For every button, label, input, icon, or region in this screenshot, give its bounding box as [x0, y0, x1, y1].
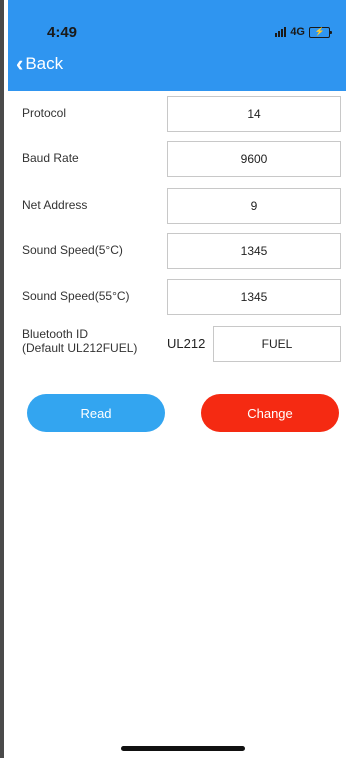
- sound-speed-55-row: Sound Speed(55°C) 1345: [22, 279, 341, 315]
- signal-bars-icon: [275, 27, 287, 37]
- back-button[interactable]: ‹ Back: [16, 51, 64, 76]
- net-address-label: Net Address: [22, 198, 88, 212]
- protocol-row: Protocol 14: [22, 96, 341, 132]
- read-button[interactable]: Read: [27, 394, 165, 432]
- sound-speed-55-label: Sound Speed(55°C): [22, 289, 130, 303]
- network-type: 4G: [290, 26, 305, 38]
- status-indicators: 4G ⚡: [275, 26, 332, 38]
- home-indicator[interactable]: [121, 746, 245, 751]
- sound-speed-5-label: Sound Speed(5°C): [22, 243, 123, 257]
- screen-edge: [0, 0, 8, 758]
- sound-speed-55-input[interactable]: 1345: [167, 279, 341, 315]
- status-time: 4:49: [47, 24, 78, 41]
- net-address-row: Net Address 9: [22, 188, 341, 224]
- net-address-input[interactable]: 9: [167, 188, 341, 224]
- battery-charging-icon: ⚡: [309, 26, 332, 38]
- bluetooth-id-input[interactable]: FUEL: [213, 326, 341, 362]
- sound-speed-5-row: Sound Speed(5°C) 1345: [22, 233, 341, 269]
- bluetooth-id-prefix: UL212: [167, 336, 206, 351]
- bluetooth-id-label: Bluetooth ID (Default UL212FUEL): [22, 327, 137, 355]
- header-bar: 4:49 4G ⚡ ‹ Back: [8, 0, 346, 91]
- chevron-left-icon: ‹: [16, 51, 24, 76]
- baud-rate-input[interactable]: 9600: [167, 141, 341, 177]
- bluetooth-id-title: Bluetooth ID: [22, 327, 89, 341]
- baud-rate-row: Baud Rate 9600: [22, 141, 341, 177]
- protocol-input[interactable]: 14: [167, 96, 341, 132]
- change-button[interactable]: Change: [201, 394, 339, 432]
- back-label: Back: [25, 54, 64, 73]
- baud-rate-label: Baud Rate: [22, 151, 79, 165]
- sound-speed-5-input[interactable]: 1345: [167, 233, 341, 269]
- protocol-label: Protocol: [22, 106, 67, 120]
- bluetooth-id-default: (Default UL212FUEL): [22, 341, 138, 355]
